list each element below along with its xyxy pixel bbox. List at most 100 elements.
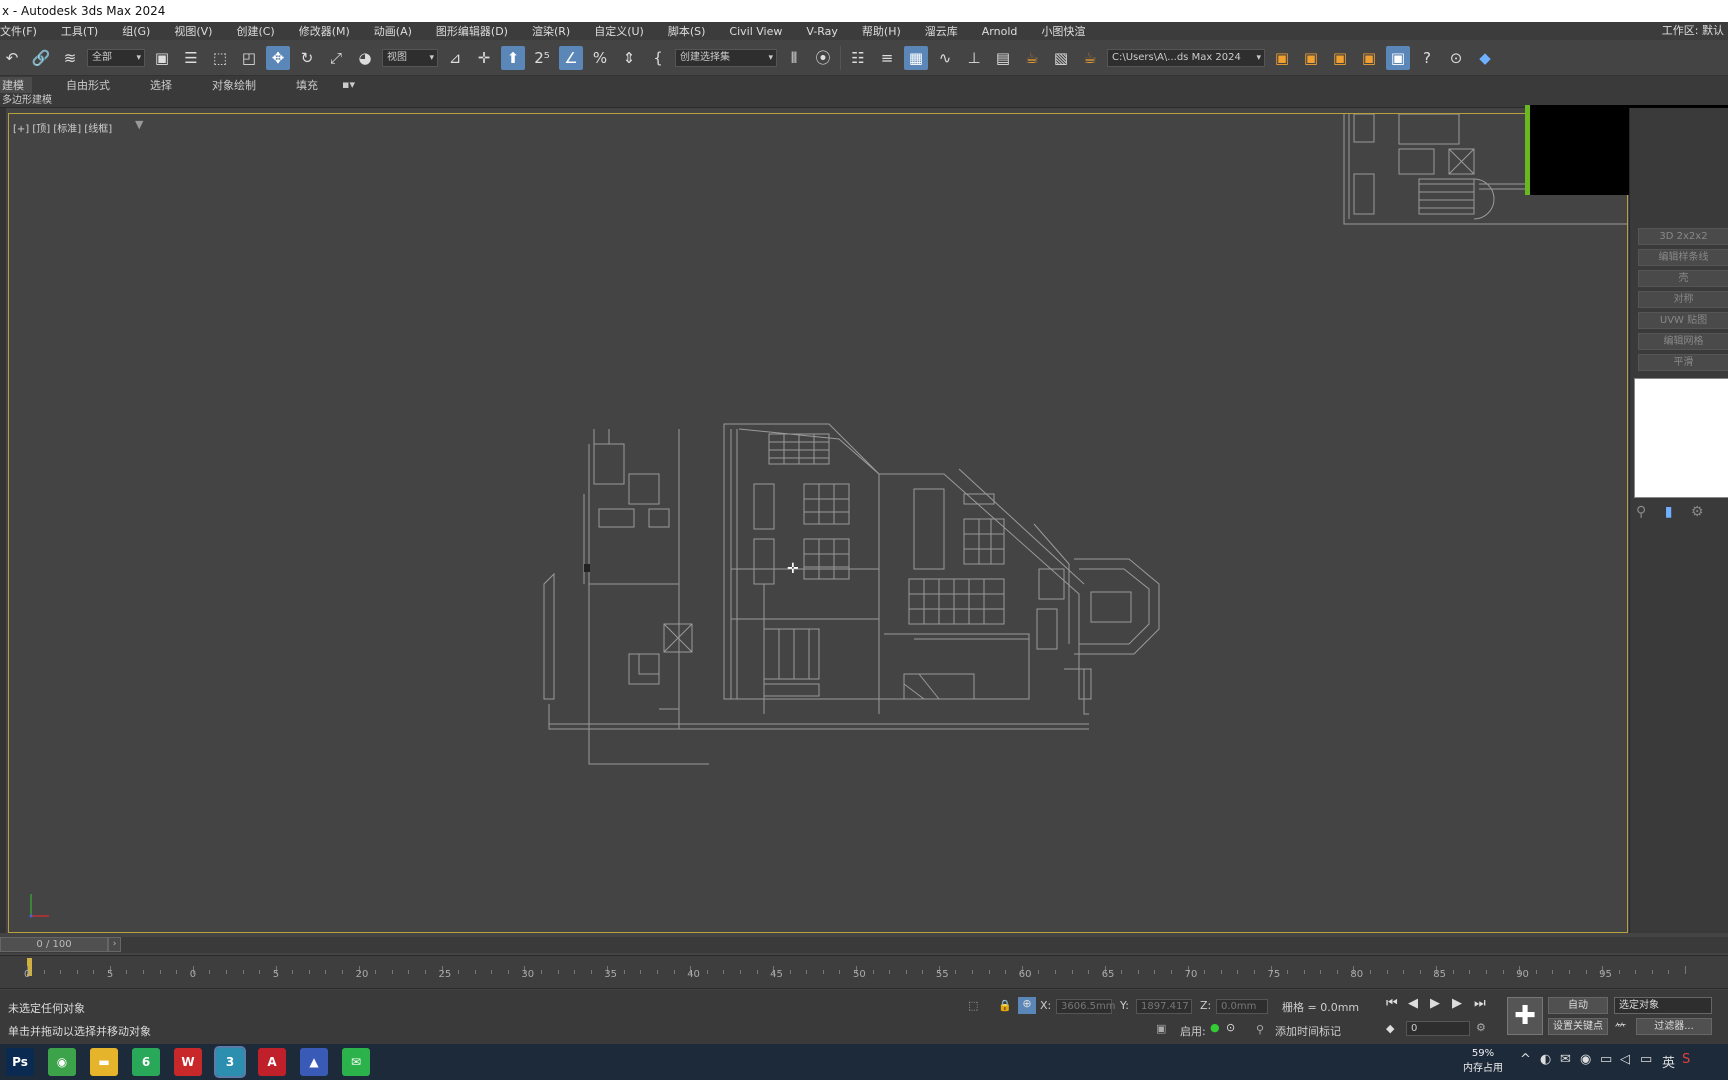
taskbar-wechat-icon[interactable]: ✉ <box>342 1048 370 1076</box>
project-folder-icon[interactable]: ▣ <box>1270 46 1294 70</box>
tray-expand-icon[interactable]: ^ <box>1520 1052 1531 1067</box>
pivot-center-icon[interactable]: ⊿ <box>443 46 467 70</box>
play-icon[interactable]: ▶ <box>1430 996 1440 1011</box>
select-move-icon[interactable]: ✥ <box>266 45 290 70</box>
menu-arnold[interactable]: Arnold <box>970 25 1030 38</box>
isolate-selection-icon[interactable]: ⬚ <box>968 999 978 1012</box>
modifier-button-shell[interactable]: 壳 <box>1638 270 1728 287</box>
menu-quick-render[interactable]: 小图快渲 <box>1029 23 1097 39</box>
project-path-dropdown[interactable]: C:\Users\A\...ds Max 2024 <box>1107 48 1265 67</box>
bind-spacewarp-icon[interactable]: ≋ <box>58 46 82 70</box>
select-scale-icon[interactable]: ⤢ <box>324 46 348 70</box>
time-configuration-icon[interactable]: ⚙ <box>1476 1021 1486 1034</box>
add-time-tag[interactable]: 添加时间标记 <box>1275 1023 1341 1039</box>
schematic-view-icon[interactable]: ⊥ <box>962 46 986 70</box>
render-setup-icon[interactable]: ☕ <box>1020 46 1044 70</box>
taskbar-autocad-icon[interactable]: A <box>258 1048 286 1076</box>
current-frame-field[interactable]: 0 <box>1406 1021 1470 1036</box>
pin-stack-icon[interactable]: ⚲ <box>1636 504 1646 520</box>
polygon-modeling-label[interactable]: 多边形建模 <box>2 95 52 106</box>
keyboard-shortcut-override-icon[interactable]: ⬆ <box>501 45 525 70</box>
window-crossing-icon[interactable]: ◰ <box>237 46 261 70</box>
lock-selection-icon[interactable]: 🔒 <box>998 999 1012 1012</box>
time-tag-lock-icon[interactable]: ⚲ <box>1256 1023 1264 1036</box>
modifier-button-smooth[interactable]: 平滑 <box>1638 354 1728 371</box>
create-project-icon[interactable]: ▣ <box>1328 46 1352 70</box>
select-rotate-icon[interactable]: ↻ <box>295 46 319 70</box>
show-end-result-icon[interactable]: ▮ <box>1665 504 1673 520</box>
next-frame-arrow-icon[interactable]: › <box>108 937 121 952</box>
time-tag-icon[interactable]: ⊙ <box>1226 1021 1235 1034</box>
spinner-snap-icon[interactable]: ⇕ <box>617 46 641 70</box>
menu-civil-view[interactable]: Civil View <box>717 25 794 38</box>
rendered-frame-window-icon[interactable]: ▧ <box>1049 46 1073 70</box>
tray-volume-icon[interactable]: ◁ <box>1620 1052 1630 1067</box>
taskbar-app-green-icon[interactable]: 6 <box>132 1048 160 1076</box>
menu-tools[interactable]: 工具(T) <box>49 23 110 39</box>
modifier-button-symmetry[interactable]: 对称 <box>1638 291 1728 308</box>
set-key-button[interactable]: 设置关键点 <box>1548 1018 1608 1035</box>
taskbar-wps-icon[interactable]: W <box>174 1048 202 1076</box>
modifier-button-edit-mesh[interactable]: 编辑网格 <box>1638 333 1728 350</box>
named-selection-dropdown[interactable]: 创建选择集 <box>675 48 777 67</box>
render-production-icon[interactable]: ☕ <box>1078 46 1102 70</box>
taskbar-app-mountain-icon[interactable]: ▲ <box>300 1048 328 1076</box>
set-key-plus-icon[interactable]: ✚ <box>1507 997 1543 1035</box>
trackbar[interactable]: 0 5 0 5 20 25 30 35 40 45 50 55 60 65 70 75 80 85 90 95 <box>0 955 1728 989</box>
extension-icon[interactable]: ◆ <box>1473 46 1497 70</box>
select-object-icon[interactable]: ▣ <box>150 46 174 70</box>
next-frame-icon[interactable]: ▶ <box>1452 996 1462 1011</box>
tab-selection[interactable]: 选择 <box>130 77 192 93</box>
configure-sets-icon[interactable]: ⚙ <box>1691 504 1704 520</box>
project-settings-icon[interactable]: ▣ <box>1357 46 1381 70</box>
menu-create[interactable]: 创建(C) <box>224 23 286 39</box>
workspace-selector[interactable]: 工作区: 默认 <box>1662 22 1724 40</box>
scene-explorer-icon[interactable]: ☷ <box>846 46 870 70</box>
reference-coord-dropdown[interactable]: 视图 <box>382 48 438 67</box>
tray-wechat-icon[interactable]: ✉ <box>1560 1052 1571 1067</box>
link-icon[interactable]: 🔗 <box>29 46 53 70</box>
key-filters-button[interactable]: 过滤器... <box>1636 1018 1712 1035</box>
go-to-end-icon[interactable]: ⏭ <box>1474 996 1486 1011</box>
menu-views[interactable]: 视图(V) <box>162 23 224 39</box>
menu-scripting[interactable]: 脚本(S) <box>656 23 718 39</box>
taskbar-3dsmax-icon[interactable]: 3 <box>214 1046 246 1078</box>
tab-object-paint[interactable]: 对象绘制 <box>192 77 276 93</box>
modifier-stack-list[interactable] <box>1634 378 1728 498</box>
tray-network-icon[interactable]: ▭ <box>1600 1052 1612 1067</box>
selection-filter-dropdown[interactable]: 全部 <box>87 48 145 67</box>
time-slider[interactable]: 0 / 100 <box>0 937 108 952</box>
go-to-start-icon[interactable]: ⏮ <box>1386 996 1398 1011</box>
tray-app-icon[interactable]: ◉ <box>1580 1052 1591 1067</box>
tab-freeform[interactable]: 自由形式 <box>46 77 130 93</box>
modifier-button-1[interactable]: 3D 2x2x2 <box>1638 228 1728 245</box>
previous-frame-icon[interactable]: ◀ <box>1408 996 1418 1011</box>
mirror-icon[interactable]: ⫴ <box>782 46 806 70</box>
key-mode-icon[interactable]: ⺮ <box>1615 1020 1626 1036</box>
ime-indicator[interactable]: 英 <box>1662 1052 1675 1071</box>
tab-populate[interactable]: 填充 <box>276 77 338 93</box>
manipulate-icon[interactable]: ✛ <box>472 46 496 70</box>
percent-snap-icon[interactable]: % <box>588 46 612 70</box>
menu-rendering[interactable]: 渲染(R) <box>520 23 582 39</box>
modifier-button-uvw-map[interactable]: UVW 贴图 <box>1638 312 1728 329</box>
taskbar-browser-icon[interactable]: ◉ <box>48 1048 76 1076</box>
auto-key-button[interactable]: 自动 <box>1548 997 1608 1014</box>
menu-modifiers[interactable]: 修改器(M) <box>287 23 362 39</box>
menu-vray[interactable]: V-Ray <box>794 25 850 38</box>
menu-customize[interactable]: 自定义(U) <box>582 23 656 39</box>
tray-display-icon[interactable]: ▭ <box>1640 1052 1652 1067</box>
modifier-button-edit-spline[interactable]: 编辑样条线 <box>1638 249 1728 266</box>
save-icon[interactable]: ▣ <box>1386 45 1410 70</box>
angle-snap-icon[interactable]: ∠ <box>559 45 583 70</box>
menu-cloud-library[interactable]: 溜云库 <box>913 23 970 39</box>
enabled-indicator-icon[interactable]: ● <box>1210 1021 1220 1034</box>
edit-named-selection-icon[interactable]: { <box>646 46 670 70</box>
ribbon-options-icon[interactable]: ▪▾ <box>338 78 359 91</box>
script-listener-icon[interactable]: ▣ <box>1156 1022 1166 1035</box>
key-filter-dropdown[interactable]: 选定对象 <box>1614 997 1712 1014</box>
layer-explorer-icon[interactable]: ≡ <box>875 46 899 70</box>
open-project-icon[interactable]: ▣ <box>1299 46 1323 70</box>
select-place-icon[interactable]: ◕ <box>353 46 377 70</box>
menu-graph-editors[interactable]: 图形编辑器(D) <box>424 23 520 39</box>
